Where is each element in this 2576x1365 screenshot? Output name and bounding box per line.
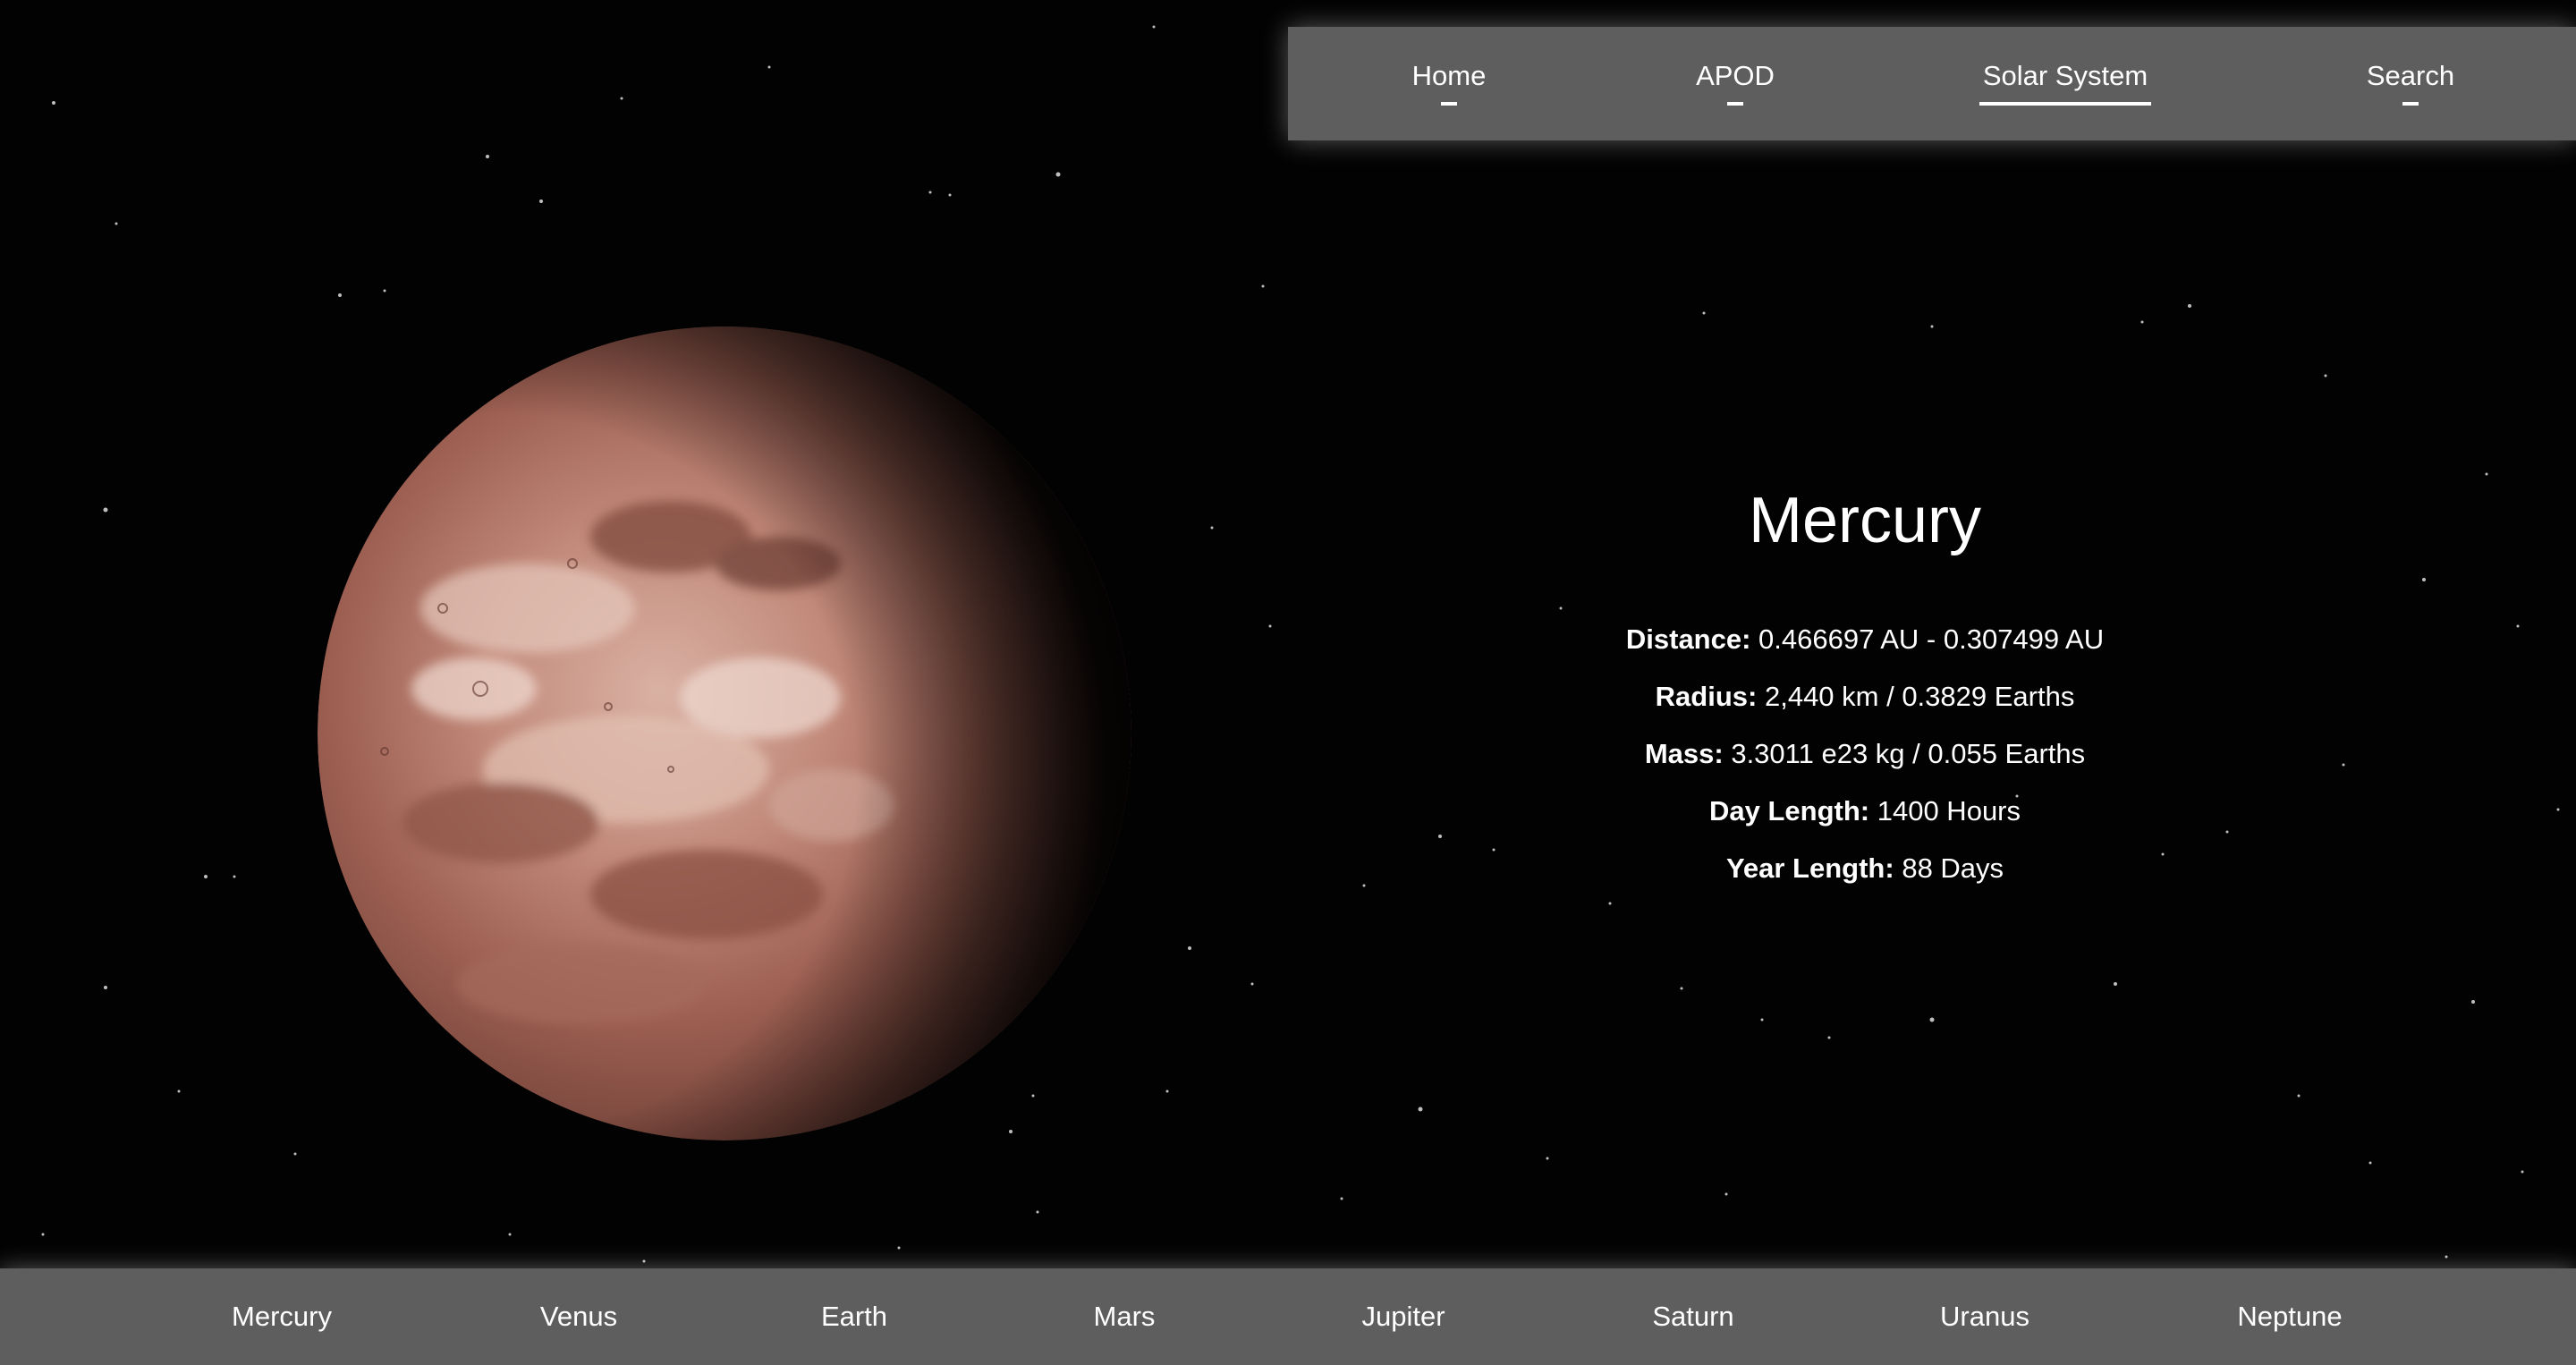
stat-mass-label: Mass: bbox=[1644, 737, 1724, 769]
nav-apod-link[interactable]: APOD bbox=[1690, 27, 1780, 140]
planet-selector-bar: Mercury Venus Earth Mars Jupiter Saturn … bbox=[0, 1268, 2576, 1365]
nav-solar-system-link[interactable]: Solar System bbox=[1979, 27, 2151, 140]
planet-info-panel: Mercury Distance: 0.466697 AU - 0.307499… bbox=[1485, 485, 2245, 897]
planet-title: Mercury bbox=[1748, 485, 1981, 556]
stat-distance-label: Distance: bbox=[1625, 623, 1751, 655]
stat-year-length-label: Year Length: bbox=[1725, 852, 1894, 884]
nav-search-label: Search bbox=[2366, 60, 2455, 91]
mercury-planet-graphic bbox=[318, 326, 1131, 1140]
planet-link-mercury[interactable]: Mercury bbox=[215, 1268, 349, 1365]
stat-distance-value: 0.466697 AU - 0.307499 AU bbox=[1758, 623, 2105, 655]
planet-link-uranus[interactable]: Uranus bbox=[1918, 1268, 2052, 1365]
stat-radius-label: Radius: bbox=[1655, 680, 1758, 712]
nav-search-link[interactable]: Search bbox=[2361, 27, 2460, 140]
stat-radius-value: 2,440 km / 0.3829 Earths bbox=[1764, 680, 2075, 712]
nav-apod-underline bbox=[1727, 102, 1743, 106]
nav-home-underline bbox=[1441, 102, 1457, 106]
stat-day-length: Day Length: 1400 Hours bbox=[1485, 783, 2245, 840]
stat-mass: Mass: 3.3011 e23 kg / 0.055 Earths bbox=[1485, 725, 2245, 783]
nav-apod-label: APOD bbox=[1696, 60, 1775, 91]
planet-link-saturn[interactable]: Saturn bbox=[1626, 1268, 1760, 1365]
stat-year-length: Year Length: 88 Days bbox=[1485, 840, 2245, 897]
nav-solar-system-label: Solar System bbox=[1982, 60, 2148, 91]
planet-link-neptune[interactable]: Neptune bbox=[2223, 1268, 2357, 1365]
planet-image bbox=[206, 268, 1172, 1199]
nav-solar-system-underline bbox=[1979, 102, 2151, 106]
planet-link-mars[interactable]: Mars bbox=[1057, 1268, 1191, 1365]
stat-year-length-value: 88 Days bbox=[1902, 852, 2004, 884]
planet-link-jupiter[interactable]: Jupiter bbox=[1336, 1268, 1470, 1365]
stat-day-length-label: Day Length: bbox=[1708, 794, 1870, 827]
planet-link-venus[interactable]: Venus bbox=[512, 1268, 646, 1365]
top-navigation: Home APOD Solar System Search bbox=[1288, 27, 2576, 140]
planet-link-earth[interactable]: Earth bbox=[787, 1268, 921, 1365]
nav-home-link[interactable]: Home bbox=[1404, 27, 1494, 140]
stat-radius: Radius: 2,440 km / 0.3829 Earths bbox=[1485, 668, 2245, 725]
stat-day-length-value: 1400 Hours bbox=[1877, 794, 2021, 827]
solar-system-page: Home APOD Solar System Search Mercury Di… bbox=[0, 0, 2576, 1365]
nav-home-label: Home bbox=[1411, 60, 1487, 91]
stat-mass-value: 3.3011 e23 kg / 0.055 Earths bbox=[1731, 737, 2086, 769]
nav-search-underline bbox=[2402, 102, 2419, 106]
stat-distance: Distance: 0.466697 AU - 0.307499 AU bbox=[1485, 611, 2245, 668]
